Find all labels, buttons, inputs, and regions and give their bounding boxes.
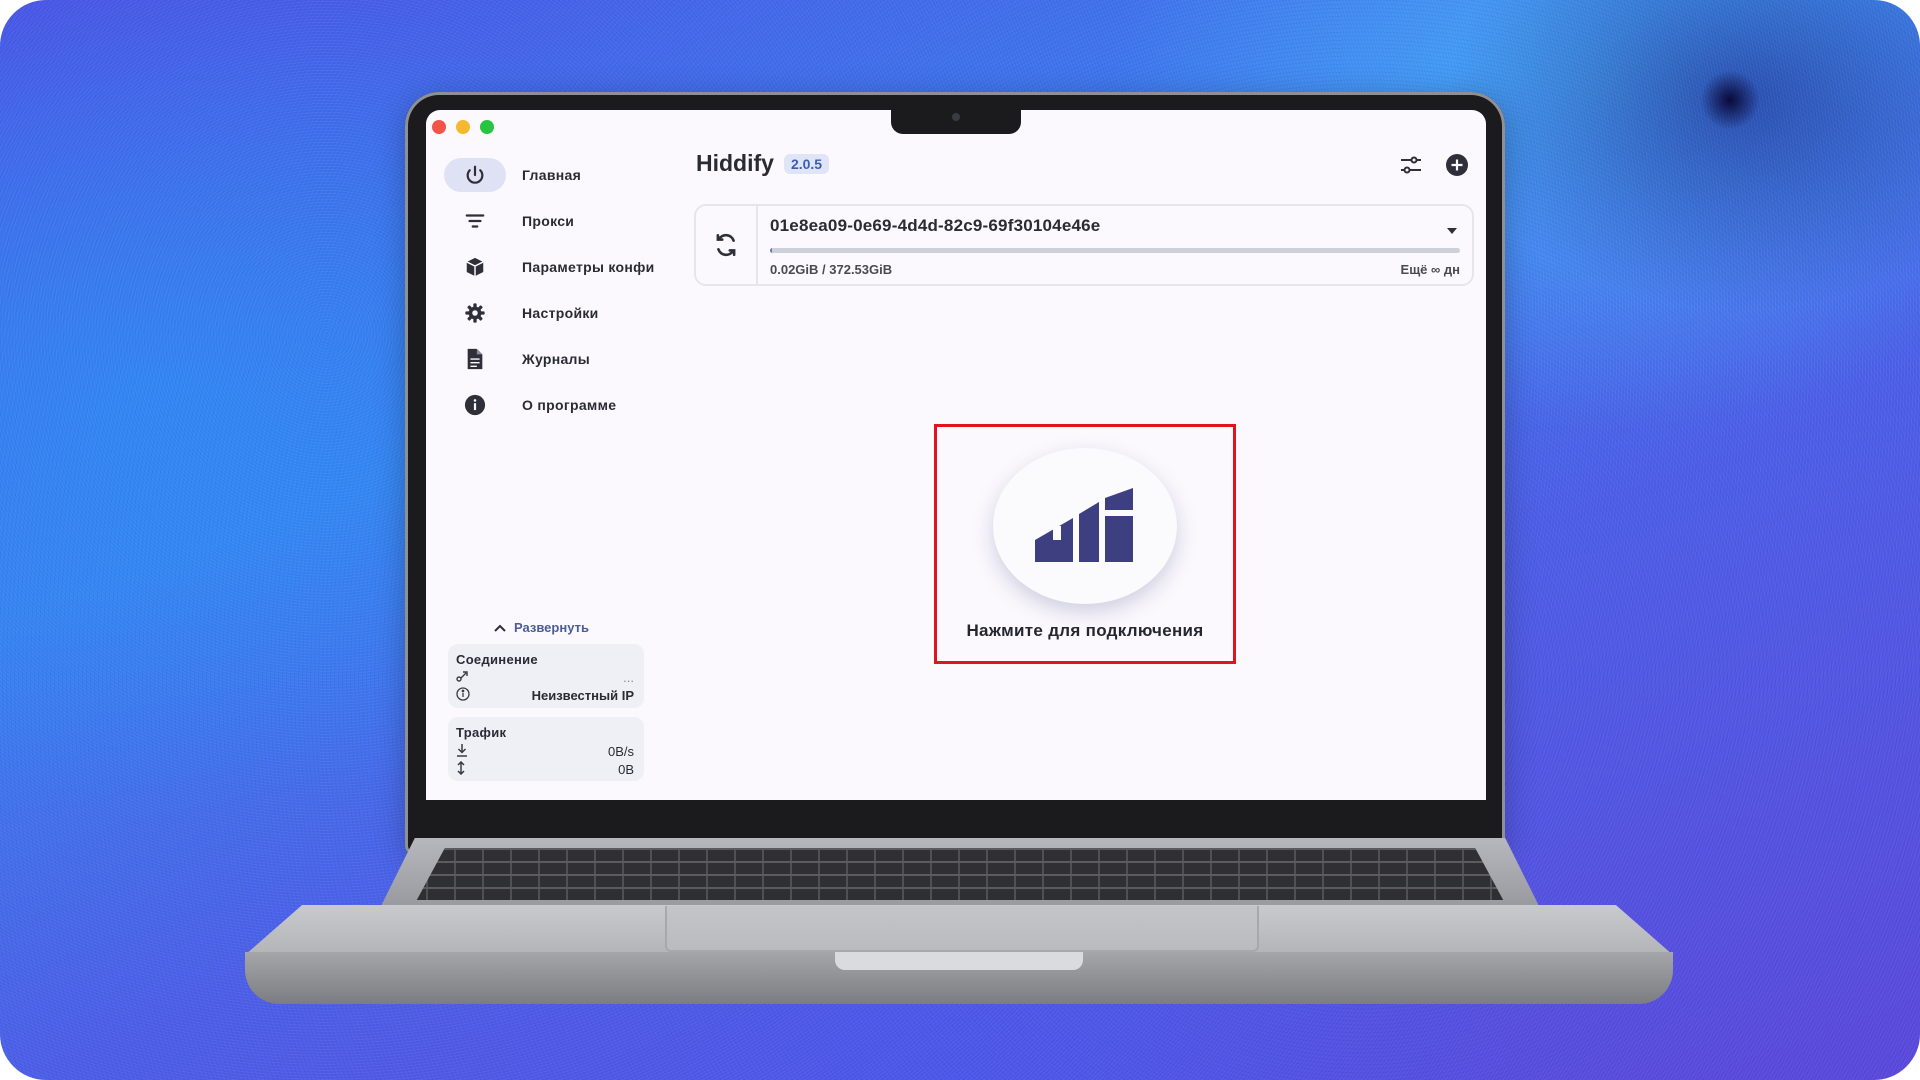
refresh-button[interactable] [696,206,758,284]
info-icon [444,388,506,422]
connect-button[interactable] [993,448,1177,604]
app-name: Hiddify [696,150,774,176]
sidebar-item-label: Главная [522,167,582,183]
expand-button[interactable]: Развернуть [494,620,589,635]
file-icon [444,342,506,376]
connection-card: Соединение ... Неизвестный IP [448,644,644,708]
download-icon [456,743,468,760]
sidebar-item-settings[interactable]: Настройки [444,296,664,330]
chevron-up-icon [494,620,506,635]
plus-circle-icon [1446,154,1468,176]
sidebar-item-logs[interactable]: Журналы [444,342,664,376]
power-icon [444,158,506,192]
sidebar-item-label: О программе [522,397,617,413]
camera-icon [952,113,960,121]
traffic-title: Трафик [456,725,507,740]
connect-label: Нажмите для подключения [966,621,1204,640]
sidebar-item-config-options[interactable]: Параметры конфи [444,250,664,284]
route-value: ... [623,670,634,685]
sidebar-item-label: Настройки [522,305,599,321]
sidebar-item-label: Прокси [522,213,575,229]
minimize-button[interactable] [456,120,470,134]
traffic-speed: 0B/s [607,744,634,759]
sidebar-item-home[interactable]: Главная [444,158,664,192]
sidebar-item-proxies[interactable]: Прокси [444,204,664,238]
route-icon [456,670,470,685]
refresh-icon [716,233,736,257]
trackpad [665,906,1259,952]
hiddify-logo-icon [1035,488,1133,562]
expand-label: Развернуть [514,620,589,635]
filter-icon [444,204,506,238]
page-title: Hiddify 2.0.5 [696,150,830,177]
version-badge: 2.0.5 [783,153,830,174]
sidebar-item-label: Журналы [522,351,590,367]
usage-progress-fill [770,248,773,253]
sidebar-item-label: Параметры конфи [522,259,655,275]
info-outline-icon [456,687,470,704]
app-window: Главная Прокси Параметры конфи Настройки… [426,110,1486,800]
background: Главная Прокси Параметры конфи Настройки… [0,0,1920,1080]
ip-label: Неизвестный IP [531,688,634,703]
traffic-total: 0B [618,762,634,777]
add-profile-button[interactable] [1444,152,1470,178]
maximize-button[interactable] [480,120,494,134]
close-button[interactable] [432,120,446,134]
up-down-icon [456,760,466,778]
profile-card[interactable]: 01e8ea09-0e69-4d4d-82c9-69f30104e46e 0.0… [694,204,1474,286]
chevron-down-icon[interactable] [1446,222,1458,240]
box-icon [444,250,506,284]
remaining-days: Ещё ∞ дн [1400,262,1460,277]
usage-progress-bar [770,248,1460,253]
sidebar-item-about[interactable]: О программе [444,388,664,422]
sliders-icon[interactable] [1398,152,1424,178]
keyboard [416,848,1504,900]
gear-icon [444,296,506,330]
traffic-card: Трафик 0B/s 0B [448,717,644,781]
usage-text: 0.02GiB / 372.53GiB [770,262,893,277]
connection-title: Соединение [456,652,538,667]
profile-name: 01e8ea09-0e69-4d4d-82c9-69f30104e46e [770,216,1101,235]
lid-opening-notch [835,952,1083,970]
